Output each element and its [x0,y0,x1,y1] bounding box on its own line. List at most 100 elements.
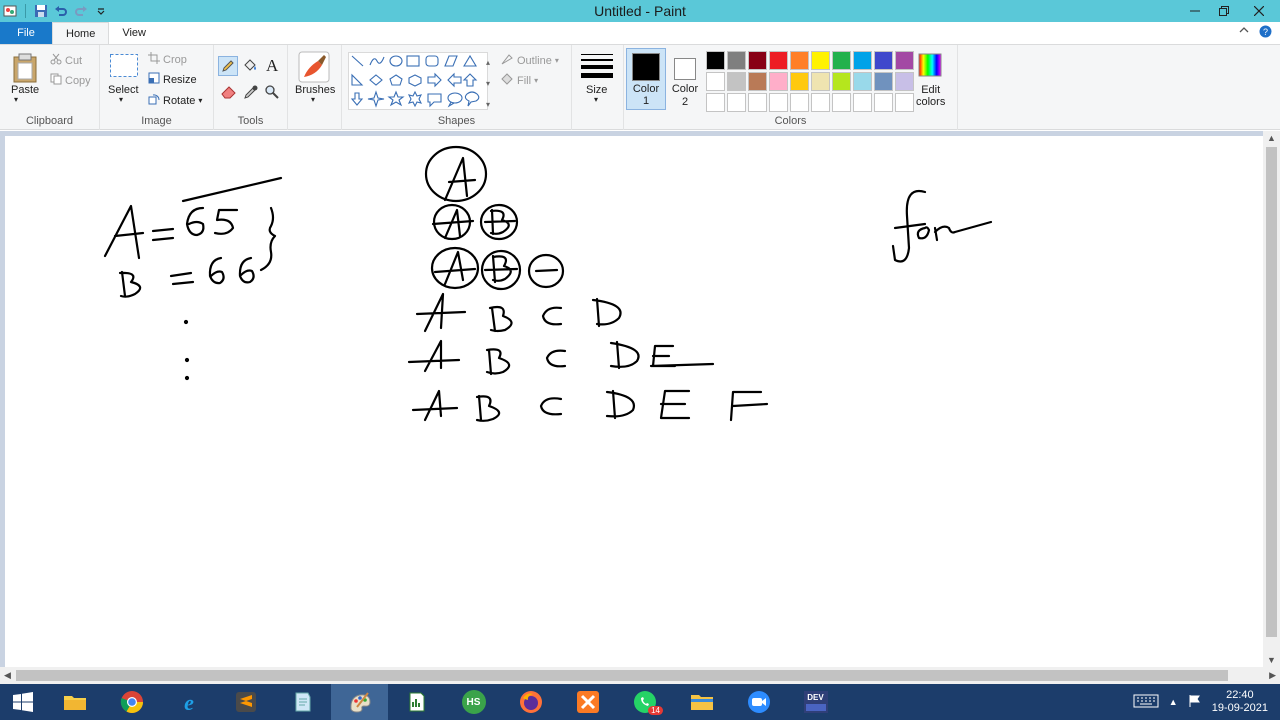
palette-swatch[interactable] [790,72,809,91]
palette-swatch[interactable] [874,72,893,91]
brushes-icon[interactable] [298,51,330,86]
palette-swatch[interactable] [706,51,725,70]
tab-home[interactable]: Home [52,22,110,44]
horizontal-scroll-thumb[interactable] [16,670,1228,681]
size-icon[interactable] [581,53,613,82]
horizontal-scrollbar[interactable]: ◀ ▶ [0,667,1280,684]
palette-swatch[interactable] [727,51,746,70]
color2-button[interactable]: Color 2 [668,48,702,110]
keyboard-icon[interactable] [1133,693,1159,712]
tab-view[interactable]: View [109,22,159,44]
palette-swatch[interactable] [895,93,914,112]
paste-dropdown-icon[interactable]: ▾ [14,95,18,104]
palette-swatch[interactable] [790,51,809,70]
copy-button[interactable]: Copy [50,73,91,88]
palette-swatch[interactable] [811,93,830,112]
palette-swatch[interactable] [832,72,851,91]
help-icon[interactable]: ? [1259,25,1272,41]
system-clock[interactable]: 22:40 19-09-2021 [1212,689,1268,715]
select-button[interactable]: Select [108,84,139,96]
tab-file[interactable]: File [0,22,52,44]
palette-swatch[interactable] [727,93,746,112]
eraser-icon[interactable] [221,85,237,99]
vertical-scroll-thumb[interactable] [1266,147,1277,637]
customize-toolbar-icon[interactable] [93,3,109,19]
redo-icon[interactable] [73,3,89,19]
action-center-flag-icon[interactable] [1188,694,1202,711]
palette-swatch[interactable] [748,72,767,91]
outline-button[interactable]: Outline ▾ [500,52,559,69]
shapes-gallery[interactable] [348,52,488,110]
palette-swatch[interactable] [811,72,830,91]
brushes-dropdown-icon[interactable]: ▾ [311,95,315,104]
taskbar-explorer-yellow[interactable] [46,684,103,720]
palette-swatch[interactable] [811,51,830,70]
palette-swatch[interactable] [853,93,872,112]
restore-button[interactable] [1209,0,1238,22]
save-icon[interactable] [33,3,49,19]
taskbar-devcpp[interactable]: DEV [787,684,844,720]
rotate-button[interactable]: Rotate ▾ [148,93,202,108]
text-tool-icon[interactable]: A [266,56,278,76]
crop-button[interactable]: Crop [148,52,187,67]
taskbar-chrome[interactable] [103,684,160,720]
undo-icon[interactable] [53,3,69,19]
edit-colors-button[interactable]: Edit colors [916,84,945,108]
pencil-icon[interactable] [218,56,238,76]
palette-swatch[interactable] [769,93,788,112]
palette-swatch[interactable] [706,93,725,112]
magnifier-icon[interactable] [265,85,279,99]
palette-swatch[interactable] [790,93,809,112]
palette-swatch[interactable] [706,72,725,91]
select-icon[interactable] [109,53,139,82]
edit-colors-icon[interactable] [918,53,942,80]
palette-swatch[interactable] [748,93,767,112]
taskbar-whatsapp[interactable]: 14 [616,684,673,720]
taskbar-xampp[interactable] [559,684,616,720]
taskbar-paint[interactable] [331,684,388,720]
fill-button[interactable]: Fill ▾ [500,72,538,89]
taskbar-internet-explorer[interactable]: e [160,684,217,720]
scroll-left-icon[interactable]: ◀ [4,670,11,681]
color-picker-icon[interactable] [244,85,258,99]
palette-swatch[interactable] [874,93,893,112]
palette-swatch[interactable] [832,93,851,112]
brushes-button[interactable]: Brushes [295,84,335,96]
drawing-canvas[interactable] [5,136,1263,667]
palette-swatch[interactable] [874,51,893,70]
palette-swatch[interactable] [769,51,788,70]
palette-swatch[interactable] [853,72,872,91]
scroll-right-icon[interactable]: ▶ [1269,670,1276,681]
start-button[interactable] [0,684,46,720]
palette-swatch[interactable] [853,51,872,70]
palette-swatch[interactable] [769,72,788,91]
color1-button[interactable]: Color 1 [626,48,666,110]
palette-swatch[interactable] [748,51,767,70]
palette-swatch[interactable] [895,51,914,70]
resize-button[interactable]: Resize [148,72,197,87]
palette-swatch[interactable] [727,72,746,91]
taskbar-zoom[interactable] [730,684,787,720]
shapes-scroll-icon[interactable]: ▴ ▾ ▾ [486,54,490,114]
taskbar-spreadsheet-app[interactable] [388,684,445,720]
vertical-scrollbar[interactable]: ▲ ▼ [1263,131,1280,667]
cut-button[interactable]: Cut [50,53,82,68]
size-dropdown-icon[interactable]: ▾ [594,95,598,104]
palette-swatch[interactable] [832,51,851,70]
taskbar-notepad[interactable] [274,684,331,720]
show-hidden-icons-icon[interactable]: ▲ [1169,697,1178,707]
fill-bucket-icon[interactable] [242,58,258,74]
scroll-down-icon[interactable]: ▼ [1267,655,1276,665]
taskbar-hs-app[interactable]: HS [445,684,502,720]
paste-icon[interactable] [12,53,38,86]
minimize-button[interactable] [1180,0,1209,22]
collapse-ribbon-icon[interactable] [1239,25,1249,41]
close-button[interactable] [1238,0,1280,22]
paint-app-icon[interactable] [2,3,18,19]
taskbar-file-explorer[interactable] [673,684,730,720]
taskbar-firefox[interactable] [502,684,559,720]
palette-swatch[interactable] [895,72,914,91]
select-dropdown-icon[interactable]: ▾ [119,95,123,104]
taskbar-sublime[interactable] [217,684,274,720]
scroll-up-icon[interactable]: ▲ [1267,133,1276,143]
